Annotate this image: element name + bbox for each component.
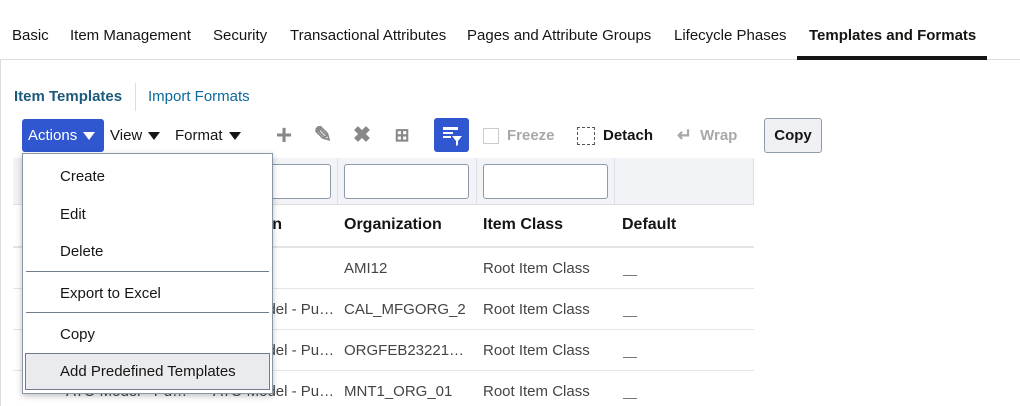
delete-x-icon[interactable]: ✖ <box>350 123 374 147</box>
cell-item-class: Root Item Class <box>483 301 590 318</box>
cell-item-class: Root Item Class <box>483 383 590 400</box>
actions-label: Actions <box>28 127 78 144</box>
chevron-down-icon <box>148 131 161 140</box>
cell-item-class: Root Item Class <box>483 342 590 359</box>
freeze-label: Freeze <box>507 127 555 144</box>
tab-security[interactable]: Security <box>213 27 267 44</box>
copy-button[interactable]: Copy <box>764 118 822 153</box>
tab-pages-attribute-groups[interactable]: Pages and Attribute Groups <box>467 27 651 44</box>
cell-organization: AMI12 <box>344 260 388 277</box>
default-empty-dash <box>623 275 637 276</box>
menu-item-export-to-excel[interactable]: Export to Excel <box>60 285 161 302</box>
chevron-down-icon <box>83 131 96 140</box>
cell-item-class: Root Item Class <box>483 260 590 277</box>
col-divider <box>753 158 754 205</box>
query-by-example-table-icon[interactable]: ⊞ <box>390 123 414 147</box>
default-empty-dash <box>623 316 637 317</box>
wrap-label: Wrap <box>700 127 738 144</box>
filter-table-icon <box>443 127 462 146</box>
format-label: Format <box>175 127 223 144</box>
menu-divider <box>26 271 269 272</box>
subtab-divider <box>135 83 136 111</box>
filter-input-item-class[interactable] <box>483 164 608 199</box>
freeze-icon <box>483 127 499 144</box>
column-header-organization[interactable]: Organization <box>344 216 442 234</box>
detach-icon <box>577 126 595 145</box>
cell-organization: ORGFEB23221… <box>344 342 465 359</box>
filter-input-organization[interactable] <box>344 164 469 199</box>
subtab-item-templates[interactable]: Item Templates <box>14 88 122 105</box>
filter-toggle-button[interactable] <box>434 118 469 152</box>
tab-item-management[interactable]: Item Management <box>70 27 191 44</box>
col-divider <box>476 158 477 205</box>
wrap-icon: ↵ <box>677 125 693 145</box>
chevron-down-icon <box>228 131 241 140</box>
actions-dropdown-menu: Create Edit Delete Export to Excel Copy … <box>22 153 273 394</box>
menu-item-delete[interactable]: Delete <box>60 243 103 260</box>
tab-templates-formats[interactable]: Templates and Formats <box>809 27 976 44</box>
col-divider <box>614 158 615 205</box>
column-header-item-class[interactable]: Item Class <box>483 216 563 234</box>
menu-item-create[interactable]: Create <box>60 168 105 185</box>
detach-button[interactable]: Detach <box>577 119 653 152</box>
add-icon[interactable]: + <box>272 121 296 149</box>
default-empty-dash <box>623 357 637 358</box>
actions-menu-button[interactable]: Actions <box>22 119 104 152</box>
detach-label: Detach <box>603 127 654 144</box>
tab-bar: Basic Item Management Security Transacti… <box>0 0 1020 60</box>
default-empty-dash <box>623 398 637 399</box>
tab-basic[interactable]: Basic <box>12 27 49 44</box>
edit-pencil-icon[interactable]: ✎ <box>311 123 335 147</box>
cell-organization: CAL_MFGORG_2 <box>344 301 466 318</box>
active-tab-indicator <box>797 56 987 60</box>
freeze-button[interactable]: Freeze <box>483 119 555 152</box>
menu-divider <box>26 312 269 313</box>
menu-item-add-predefined-templates[interactable]: Add Predefined Templates <box>60 363 236 380</box>
tab-transactional-attributes[interactable]: Transactional Attributes <box>290 27 446 44</box>
view-menu-button[interactable]: View <box>110 119 161 152</box>
menu-item-copy[interactable]: Copy <box>60 326 95 343</box>
wrap-button[interactable]: ↵ Wrap <box>677 119 737 152</box>
subtab-import-formats[interactable]: Import Formats <box>148 88 250 105</box>
column-header-default[interactable]: Default <box>622 216 676 234</box>
format-menu-button[interactable]: Format <box>175 119 241 152</box>
panel-border <box>0 60 1 406</box>
menu-item-edit[interactable]: Edit <box>60 206 86 223</box>
view-label: View <box>110 127 143 144</box>
col-divider <box>337 158 338 205</box>
cell-organization: MNT1_ORG_01 <box>344 383 453 400</box>
tab-lifecycle-phases[interactable]: Lifecycle Phases <box>674 27 787 44</box>
